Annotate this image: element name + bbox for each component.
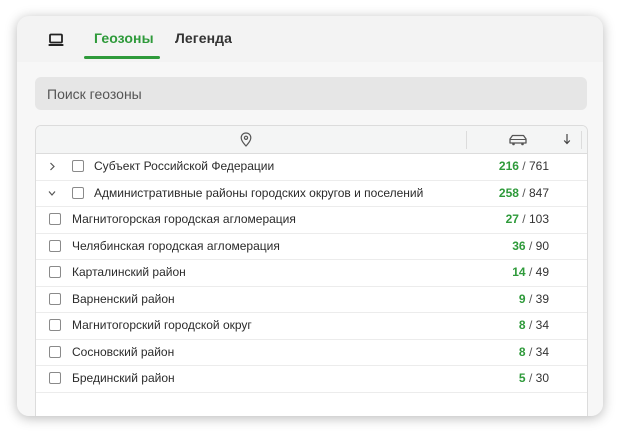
table-row[interactable]: Магнитогорская городская агломерация 27 /…: [36, 207, 587, 234]
geozone-name: Магнитогорский городской округ: [72, 318, 252, 332]
page: Геозоны Легенда Поиск геозоны Субъект Ро…: [0, 0, 619, 432]
count-total: 761: [528, 159, 549, 173]
geozone-name: Административные районы городских округо…: [94, 185, 424, 200]
count-separator: /: [522, 159, 526, 173]
row-checkbox[interactable]: [49, 213, 61, 225]
count-separator: /: [528, 265, 533, 279]
count-separator: /: [528, 344, 533, 359]
vehicle-count: 216 / 761: [499, 159, 549, 173]
count-active: 27: [505, 212, 519, 226]
table-body: Субъект Российской Федерации 216 / 761 Адм…: [36, 154, 587, 393]
content-area: Субъект Российской Федерации 216 / 761 Адм…: [17, 62, 603, 416]
table-row[interactable]: Брединский район 5 / 30: [36, 366, 587, 393]
table-row[interactable]: Субъект Российской Федерации 216 / 761: [36, 154, 587, 181]
search-input[interactable]: [35, 77, 587, 110]
count-separator: /: [528, 318, 533, 332]
geozone-name: Карталинский район: [72, 265, 186, 279]
sort-arrow-icon[interactable]: [563, 133, 571, 145]
count-active: 5: [518, 371, 526, 385]
geozones-panel: Геозоны Легенда Поиск геозоны Субъект Ро…: [17, 16, 603, 416]
count-active: 9: [518, 291, 526, 306]
vehicle-count: 8 / 34: [519, 345, 549, 359]
row-checkbox[interactable]: [49, 266, 61, 278]
count-active: 8: [518, 318, 526, 332]
row-checkbox[interactable]: [49, 345, 61, 358]
column-divider[interactable]: [466, 131, 467, 149]
count-active: 36: [512, 238, 526, 253]
count-active: 14: [512, 265, 526, 279]
row-checkbox[interactable]: [72, 186, 84, 199]
row-checkbox[interactable]: [49, 292, 61, 305]
count-total: 34: [535, 344, 549, 359]
count-total: 34: [535, 318, 549, 332]
count-active: 216: [498, 159, 519, 173]
count-total: 49: [535, 265, 549, 279]
geozones-table: Субъект Российской Федерации 216 / 761 Адм…: [35, 125, 588, 416]
count-separator: /: [522, 212, 526, 226]
table-row[interactable]: Административные районы городских округо…: [36, 181, 587, 207]
count-separator: /: [528, 371, 533, 385]
table-row[interactable]: Варненский район 9 / 39: [36, 287, 587, 313]
geozone-name: Челябинская городская агломерация: [72, 238, 280, 253]
row-checkbox[interactable]: [49, 372, 61, 384]
active-tab-indicator: [84, 56, 160, 59]
tab-geozones[interactable]: Геозоны: [94, 30, 154, 46]
count-total: 847: [528, 185, 549, 200]
tab-bar: Геозоны Легенда: [17, 16, 603, 62]
count-total: 90: [535, 238, 549, 253]
geozone-name: Магнитогорская городская агломерация: [72, 212, 296, 226]
vehicle-count: 8 / 34: [519, 318, 549, 332]
vehicle-count: 36 / 90: [512, 239, 549, 253]
count-total: 103: [528, 212, 549, 226]
vehicle-count: 9 / 39: [519, 292, 549, 306]
row-checkbox[interactable]: [49, 239, 61, 252]
geozone-name: Субъект Российской Федерации: [94, 159, 275, 173]
count-separator: /: [522, 185, 526, 200]
chevron-right-icon[interactable]: [48, 162, 56, 171]
count-separator: /: [528, 238, 533, 253]
table-row[interactable]: Челябинская городская агломерация 36 / 90: [36, 234, 587, 260]
vehicle-count: 14 / 49: [512, 265, 549, 279]
row-checkbox[interactable]: [49, 319, 61, 331]
count-active: 258: [498, 185, 519, 200]
vehicle-count: 5 / 30: [519, 371, 549, 385]
vehicle-icon: [509, 134, 527, 146]
table-header: [36, 126, 587, 154]
geozone-name: Брединский район: [72, 371, 175, 385]
table-row[interactable]: Карталинский район 14 / 49: [36, 260, 587, 287]
table-row[interactable]: Сосновский район 8 / 34: [36, 340, 587, 366]
column-divider[interactable]: [581, 131, 582, 149]
count-total: 39: [535, 291, 549, 306]
vehicle-count: 27 / 103: [506, 212, 549, 226]
location-pin-icon: [240, 132, 252, 147]
row-checkbox[interactable]: [72, 160, 84, 172]
count-active: 8: [518, 344, 526, 359]
count-separator: /: [528, 291, 533, 306]
count-total: 30: [535, 371, 549, 385]
geozone-name: Сосновский район: [72, 344, 175, 359]
geozone-name: Варненский район: [72, 291, 175, 306]
chevron-down-icon[interactable]: [48, 189, 56, 198]
table-row[interactable]: Магнитогорский городской округ 8 / 34: [36, 313, 587, 340]
tab-legend[interactable]: Легенда: [175, 30, 232, 46]
vehicle-count: 258 / 847: [499, 186, 549, 200]
laptop-icon[interactable]: [48, 33, 64, 47]
